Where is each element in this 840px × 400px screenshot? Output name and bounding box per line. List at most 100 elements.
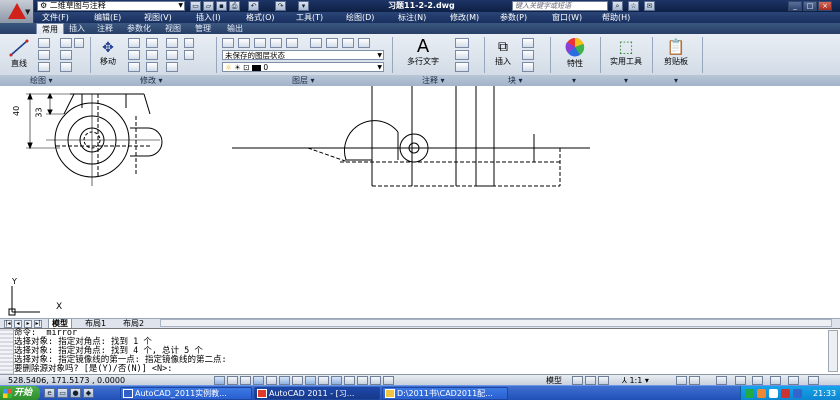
rectangle-tool-icon[interactable] [60, 50, 72, 60]
dynamic-ucs-icon[interactable] [318, 376, 329, 385]
arc-tool-icon[interactable] [60, 38, 72, 48]
offset-tool-icon[interactable] [184, 50, 194, 60]
taskbar-item-word[interactable]: AutoCAD_2011实例教... [120, 387, 252, 400]
layer-lock-icon[interactable] [342, 38, 354, 48]
layer-match-icon[interactable] [254, 38, 266, 48]
quick-access-dropdown-icon[interactable]: ▾ [298, 1, 309, 11]
pan-icon[interactable] [598, 376, 609, 385]
selection-cycling-icon[interactable] [383, 376, 394, 385]
layer-isolate-icon[interactable] [286, 38, 298, 48]
ribbon-tab-6[interactable]: 输出 [222, 23, 248, 34]
quick-view-layouts-icon[interactable] [572, 376, 583, 385]
tray-input-icon[interactable] [793, 389, 802, 398]
draw-more-icon[interactable] [74, 38, 84, 48]
layer-previous-icon[interactable] [270, 38, 282, 48]
quick-properties-icon[interactable] [370, 376, 381, 385]
clean-screen-icon[interactable] [808, 376, 819, 385]
ribbon-tab-2[interactable]: 注释 [92, 23, 118, 34]
clock[interactable]: 21:33 [813, 386, 836, 400]
block-panel-label[interactable]: 块 ▾ [508, 76, 523, 85]
menu-item-1[interactable]: 编辑(E) [94, 12, 121, 23]
ribbon-tab-3[interactable]: 参数化 [122, 23, 156, 34]
last-layout-icon[interactable]: ▸| [34, 320, 42, 328]
multileader-icon[interactable] [455, 50, 469, 60]
layer-combo[interactable]: ☼ ☀ ⊡ 0 ▼ [222, 62, 384, 72]
copy-tool-icon[interactable] [128, 50, 140, 60]
properties-button[interactable]: 特性 [556, 36, 594, 74]
transparency-icon[interactable] [357, 376, 368, 385]
first-layout-icon[interactable]: |◂ [4, 320, 12, 328]
hatch-tool-icon[interactable] [60, 62, 72, 72]
tray-security-icon[interactable] [757, 389, 766, 398]
linear-dimension-icon[interactable] [455, 38, 469, 48]
redo-icon[interactable]: ↷ [275, 1, 286, 11]
next-layout-icon[interactable]: ▸ [24, 320, 32, 328]
insert-block-button[interactable]: ⧉ 插入 [488, 36, 518, 70]
start-button[interactable]: 开始 [0, 386, 40, 400]
3d-object-snap-icon[interactable] [292, 376, 303, 385]
grid-display-icon[interactable] [240, 376, 251, 385]
maximize-button[interactable]: □ [803, 1, 817, 11]
prev-layout-icon[interactable]: ◂ [14, 320, 22, 328]
infer-constraints-icon[interactable] [214, 376, 225, 385]
search-icon[interactable]: ⌕ [612, 1, 623, 11]
modify-panel-label[interactable]: 修改 ▾ [140, 76, 163, 85]
layer-off-icon[interactable] [326, 38, 338, 48]
object-snap-tracking-icon[interactable] [305, 376, 316, 385]
menu-item-6[interactable]: 绘图(D) [346, 12, 374, 23]
utilities-panel-dropdown[interactable]: ▾ [624, 76, 628, 85]
layer-state-icon[interactable] [238, 38, 250, 48]
open-file-icon[interactable]: ▱ [203, 1, 214, 11]
tray-volume-icon[interactable] [769, 389, 778, 398]
new-file-icon[interactable]: ▭ [190, 1, 201, 11]
ortho-mode-icon[interactable] [253, 376, 264, 385]
erase-tool-icon[interactable] [166, 38, 178, 48]
quick-view-drawings-icon[interactable] [585, 376, 596, 385]
undo-icon[interactable]: ↶ [248, 1, 259, 11]
toolbar-lock-icon[interactable] [735, 376, 746, 385]
horizontal-scrollbar[interactable] [160, 319, 832, 327]
help-search-input[interactable]: 键入关键字或短语 [512, 1, 608, 11]
layer-properties-icon[interactable] [222, 38, 234, 48]
line-tool-button[interactable]: 直线 [3, 38, 35, 68]
menu-item-11[interactable]: 帮助(H) [602, 12, 630, 23]
polar-tracking-icon[interactable] [266, 376, 277, 385]
explode-tool-icon[interactable] [184, 38, 194, 48]
multiline-text-button[interactable]: A 多行文字 [398, 36, 448, 70]
hardware-acceleration-icon[interactable] [752, 376, 763, 385]
clipboard-button[interactable]: 📋 剪贴板 [656, 36, 696, 74]
rotate-tool-icon[interactable] [128, 38, 140, 48]
array-tool-icon[interactable] [166, 62, 178, 72]
save-icon[interactable]: ▪ [216, 1, 227, 11]
circle-tool-icon[interactable] [38, 50, 50, 60]
minimize-button[interactable]: _ [788, 1, 802, 11]
ribbon-tab-0[interactable]: 常用 [36, 23, 64, 34]
quicklaunch-app-icon[interactable]: ● [70, 388, 81, 398]
layers-panel-label[interactable]: 图层 ▾ [292, 76, 315, 85]
layer-freeze-icon[interactable] [310, 38, 322, 48]
menu-item-10[interactable]: 窗口(W) [552, 12, 582, 23]
menu-item-8[interactable]: 修改(M) [450, 12, 479, 23]
draw-panel-label[interactable]: 绘图 ▾ [30, 76, 53, 85]
close-button[interactable]: × [818, 1, 832, 11]
menu-item-5[interactable]: 工具(T) [296, 12, 323, 23]
properties-panel-dropdown[interactable]: ▾ [572, 76, 576, 85]
annotation-panel-label[interactable]: 注释 ▾ [422, 76, 445, 85]
table-icon[interactable] [455, 62, 469, 72]
create-block-icon[interactable] [522, 38, 534, 48]
menu-item-9[interactable]: 参数(P) [500, 12, 527, 23]
layer-walk-icon[interactable] [358, 38, 370, 48]
menu-item-7[interactable]: 标注(N) [398, 12, 426, 23]
workspace-combo[interactable]: ⚙ 二维草图与注释 ▼ [37, 1, 185, 11]
quicklaunch-app2-icon[interactable]: ◆ [83, 388, 94, 398]
fillet-tool-icon[interactable] [166, 50, 178, 60]
stretch-tool-icon[interactable] [128, 62, 140, 72]
menu-item-2[interactable]: 视图(V) [144, 12, 172, 23]
ribbon-tab-5[interactable]: 管理 [190, 23, 216, 34]
ribbon-tab-1[interactable]: 插入 [64, 23, 90, 34]
menu-item-4[interactable]: 格式(O) [246, 12, 275, 23]
lineweight-icon[interactable] [344, 376, 355, 385]
polyline-icon[interactable] [38, 38, 50, 48]
quicklaunch-browser-icon[interactable]: e [44, 388, 55, 398]
subscription-center-icon[interactable]: ☆ [628, 1, 639, 11]
